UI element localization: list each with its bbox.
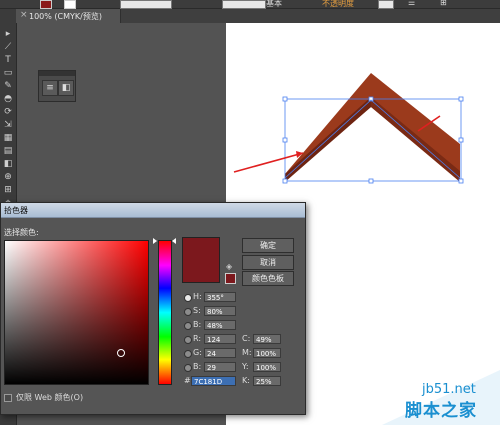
list-icon[interactable]: ≡: [42, 80, 58, 96]
green-label: G:: [193, 348, 202, 357]
saturation-radio[interactable]: [184, 308, 192, 316]
hue-slider-right-arrow[interactable]: [172, 238, 176, 244]
brightness-field[interactable]: 48%: [204, 320, 236, 330]
chevron-shape[interactable]: [285, 73, 460, 180]
black-label: K:: [242, 376, 250, 385]
web-safe-swatch[interactable]: [225, 273, 236, 284]
watermark-url: jb51.net: [422, 382, 476, 397]
hex-field[interactable]: 7C181D: [191, 376, 236, 386]
saturation-field[interactable]: 80%: [204, 306, 236, 316]
saturation-label: S:: [193, 306, 201, 315]
red-field[interactable]: 124: [204, 334, 236, 344]
hue-slider[interactable]: [158, 240, 172, 385]
gradient-icon[interactable]: ◧: [58, 80, 74, 96]
blue-label: B:: [193, 362, 202, 371]
hue-field[interactable]: 355°: [204, 292, 236, 302]
hue-slider-left-arrow[interactable]: [153, 238, 157, 244]
watermark-site-name: 脚本之家: [405, 401, 477, 421]
select-color-label: 选择颜色:: [4, 228, 39, 237]
magenta-field[interactable]: 100%: [253, 348, 281, 358]
cancel-button[interactable]: 取消: [242, 255, 294, 270]
ok-button[interactable]: 确定: [242, 238, 294, 253]
checkbox-box[interactable]: [4, 393, 12, 402]
cyan-label: C:: [242, 334, 251, 343]
web-colors-only-checkbox[interactable]: 仅限 Web 颜色(O): [4, 392, 83, 403]
new-color-preview: [182, 237, 220, 283]
out-of-gamut-cube-icon[interactable]: ◈: [226, 263, 234, 271]
floating-mini-panel: ≡ ◧: [38, 70, 76, 102]
cyan-field[interactable]: 49%: [253, 334, 281, 344]
red-radio[interactable]: [184, 336, 192, 344]
brightness-label: B:: [193, 320, 202, 329]
yellow-field[interactable]: 100%: [253, 362, 281, 372]
color-field[interactable]: [4, 240, 149, 385]
color-picker-dialog: 拾色器 选择颜色: ◈ 确定 取消 颜色色板 H: 355° S: 80% B:…: [0, 202, 306, 415]
hex-label: #: [184, 376, 191, 385]
blue-field[interactable]: 29: [204, 362, 236, 372]
green-field[interactable]: 24: [204, 348, 236, 358]
color-field-cursor[interactable]: [117, 349, 125, 357]
black-field[interactable]: 25%: [253, 376, 281, 386]
hue-label: H:: [193, 292, 202, 301]
magenta-label: M:: [242, 348, 252, 357]
yellow-label: Y:: [242, 362, 249, 371]
dialog-titlebar[interactable]: 拾色器: [1, 203, 305, 218]
dialog-title: 拾色器: [4, 206, 28, 215]
web-colors-only-label: 仅限 Web 颜色(O): [16, 393, 84, 402]
brightness-radio[interactable]: [184, 322, 192, 330]
red-label: R:: [193, 334, 202, 343]
color-swatches-button[interactable]: 颜色色板: [242, 271, 294, 286]
blue-radio[interactable]: [184, 364, 192, 372]
mini-panel-header[interactable]: [39, 71, 75, 76]
green-radio[interactable]: [184, 350, 192, 358]
hue-radio[interactable]: [184, 294, 192, 302]
